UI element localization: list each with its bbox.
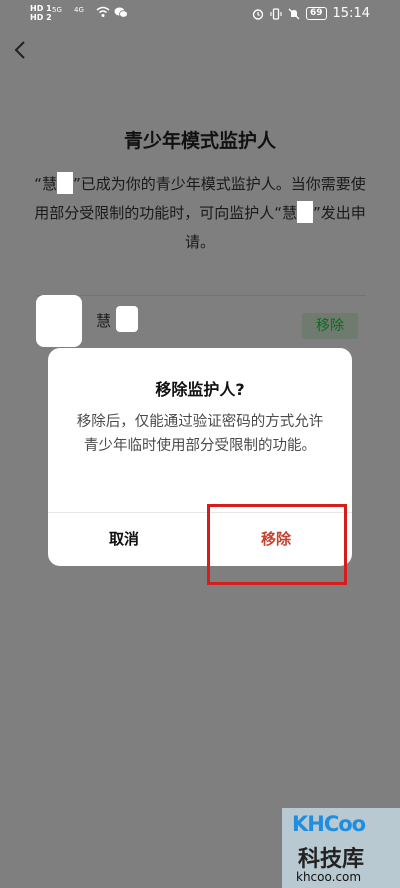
watermark: KHCoo 科技库 khcoo.com	[282, 808, 400, 888]
watermark-url: khcoo.com	[296, 870, 362, 884]
watermark-name: 科技库	[298, 847, 365, 872]
redaction-mask	[297, 201, 313, 223]
network1-label: 5G	[52, 6, 62, 14]
guardian-row: 慧 移除	[36, 292, 366, 352]
sim-indicators: HD 1 HD 2	[30, 4, 52, 22]
vibrate-icon	[270, 7, 282, 20]
dialog-message: 移除后，仅能通过验证密码的方式允许青少年临时使用部分受限制的功能。	[76, 414, 324, 454]
avatar	[36, 295, 82, 347]
remove-guardian-button[interactable]: 移除	[302, 313, 358, 339]
wechat-notification-icon	[114, 7, 128, 18]
redaction-mask	[57, 172, 73, 194]
wifi-icon	[96, 6, 110, 17]
battery-indicator: 69	[306, 7, 327, 20]
redaction-mask	[116, 306, 138, 332]
dialog-title: 移除监护人?	[155, 380, 245, 399]
description-part-1: “慧	[34, 175, 57, 193]
status-bar: HD 1 HD 2 5G 4G 69 15:14	[0, 0, 400, 30]
network2-label: 4G	[74, 6, 84, 14]
guardian-name: 慧	[96, 312, 112, 330]
highlight-annotation	[207, 504, 347, 585]
sim2-label: HD 2	[30, 13, 52, 22]
mute-icon	[288, 8, 300, 19]
page-title: 青少年模式监护人	[123, 130, 276, 152]
cancel-button[interactable]: 取消	[48, 513, 200, 566]
watermark-logo: KHCoo	[292, 812, 366, 836]
guardian-description: “慧 ”已成为你的青少年模式监护人。当你需要使用部分受限制的功能时，可向监护人“慧…	[28, 170, 372, 257]
status-right: 69 15:14	[252, 6, 370, 21]
back-button[interactable]	[10, 38, 32, 62]
chevron-left-icon	[14, 41, 25, 59]
alarm-icon	[252, 8, 264, 20]
sim1-label: HD 1	[30, 4, 52, 13]
clock: 15:14	[332, 6, 370, 21]
